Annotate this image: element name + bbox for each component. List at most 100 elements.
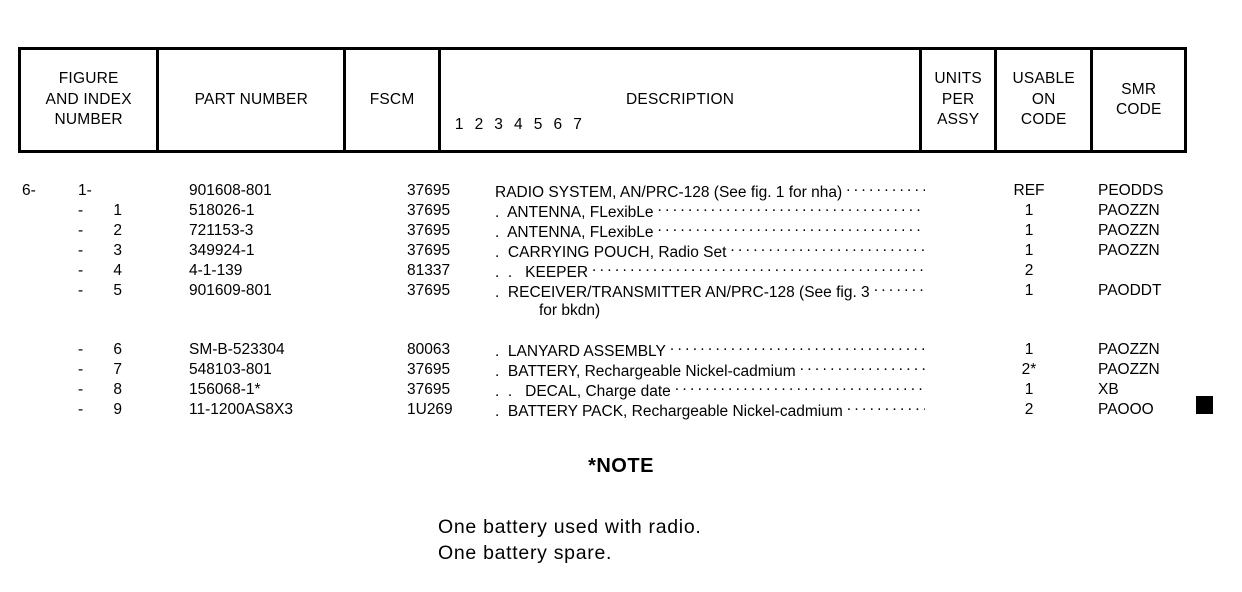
description-text: . BATTERY, Rechargeable Nickel-cadmium: [495, 362, 796, 380]
description-text: . ANTENNA, FLexibLe: [495, 223, 654, 241]
cell-units-per-assy: 1: [1024, 282, 1034, 299]
smr-header-line-1: SMR: [1121, 80, 1157, 98]
parts-list-table-header: FIGURE AND INDEX NUMBER PART NUMBER FSCM…: [18, 47, 1187, 153]
cell-smr-code: PAODDT: [1098, 282, 1162, 299]
cell-description: . RECEIVER/TRANSMITTER AN/PRC-128 (See f…: [495, 281, 925, 303]
table-row: 6- 1- 901608-801 37695 RADIO SYSTEM, AN/PRC-…: [0, 181, 1242, 201]
cell-fscm: 81337: [407, 262, 451, 279]
cell-fscm: 37695: [407, 361, 451, 378]
cell-index-number: 1: [113, 202, 122, 219]
cell-index-dash: -: [78, 381, 84, 398]
cell-smr-code: PAOZZN: [1098, 222, 1160, 239]
description-text: . CARRYING POUCH, Radio Set: [495, 243, 727, 261]
description-text: . BATTERY PACK, Rechargeable Nickel-cadm…: [495, 402, 843, 420]
note-heading: *NOTE: [588, 455, 654, 477]
dot-leader: [592, 261, 925, 277]
dot-leader: [730, 241, 925, 257]
figure-header-line-2: AND INDEX: [45, 90, 132, 108]
table-row: - 9 11-1200AS8X3 1U269 . BATTERY PACK, Recha…: [0, 400, 1242, 420]
note-line: One battery spare.: [438, 542, 613, 564]
cell-units-per-assy: 1: [1024, 242, 1034, 259]
cell-index-dash: -: [78, 242, 84, 259]
column-header-figure-and-index-number: FIGURE AND INDEX NUMBER: [21, 50, 160, 150]
usable-header-line-2: ON: [1031, 90, 1056, 108]
cell-index-number: 6: [113, 341, 122, 358]
note-block: *NOTE One battery used with radio. One b…: [0, 455, 1242, 566]
cell-description: . ANTENNA, FLexibLe: [495, 221, 925, 243]
column-header-fscm: FSCM: [346, 50, 441, 150]
cell-description: . . KEEPER: [495, 261, 925, 283]
cell-index-dash: -: [78, 401, 84, 418]
smr-header-line-2: CODE: [1115, 101, 1162, 118]
dot-leader: [658, 221, 925, 237]
cell-part-number: 4-1-139: [189, 262, 243, 279]
cell-index-number: 5: [113, 282, 122, 299]
parts-list-rows: 6- 1- 901608-801 37695 RADIO SYSTEM, AN/PRC-…: [0, 181, 1242, 420]
cell-part-number: 11-1200AS8X3: [189, 401, 293, 418]
usable-header-line-3: CODE: [1020, 111, 1067, 129]
cell-index-number: 4: [113, 262, 122, 279]
column-header-smr-code: SMR CODE: [1093, 50, 1184, 150]
cell-smr-code: XB: [1098, 381, 1119, 398]
dot-leader: [670, 340, 925, 356]
cell-part-number: SM-B-523304: [189, 341, 285, 358]
cell-fscm: 37695: [407, 282, 451, 299]
cell-smr-code: PEODDS: [1098, 182, 1164, 199]
cell-smr-code: PAOZZN: [1098, 202, 1160, 219]
cell-index-dash: -: [78, 222, 84, 239]
cell-part-number: 156068-1*: [189, 381, 261, 398]
dot-leader: [800, 360, 925, 376]
cell-figure-number: 6-: [22, 182, 36, 199]
dot-leader: [874, 281, 925, 297]
cell-part-number: 721153-3: [189, 222, 254, 239]
cell-units-per-assy: 2*: [1021, 361, 1037, 378]
cell-index-number: 7: [113, 361, 122, 378]
fscm-header-label: FSCM: [369, 90, 415, 108]
cell-units-per-assy: REF: [1013, 182, 1045, 199]
cell-part-number: 901609-801: [189, 282, 272, 299]
cell-index-number: 3: [113, 242, 122, 259]
cell-index-dash: 1-: [78, 182, 92, 199]
cell-index-number: 2: [113, 222, 122, 239]
column-header-description: DESCRIPTION 1 2 3 4 5 6 7: [441, 50, 923, 150]
description-text: . . DECAL, Charge date: [495, 382, 671, 400]
cell-smr-code: PAOOO: [1098, 401, 1154, 418]
description-text: . ANTENNA, FLexibLe: [495, 203, 654, 221]
cell-index-dash: -: [78, 202, 84, 219]
cell-units-per-assy: 1: [1024, 202, 1034, 219]
description-text: . LANYARD ASSEMBLY: [495, 342, 666, 360]
units-header-line-3: ASSY: [937, 111, 980, 129]
table-row: - 5 901609-801 37695 . RECEIVER/TRANSMITTER …: [0, 281, 1242, 301]
cell-units-per-assy: 2: [1024, 262, 1034, 279]
table-row: - 8 156068-1* 37695 . . DECAL, Charge date 1 X…: [0, 380, 1242, 400]
cell-index-dash: -: [78, 361, 84, 378]
description-header-label: DESCRIPTION: [626, 91, 735, 108]
cell-fscm: 37695: [407, 242, 451, 259]
units-header-line-2: PER: [941, 90, 975, 108]
table-row: - 1 518026-1 37695 . ANTENNA, FLexibLe 1 PAOZZ…: [0, 201, 1242, 221]
cell-part-number: 901608-801: [189, 182, 272, 199]
cell-fscm: 80063: [407, 341, 451, 358]
cell-part-number: 349924-1: [189, 242, 255, 259]
cell-index-dash: -: [78, 262, 84, 279]
cell-description: RADIO SYSTEM, AN/PRC-128 (See fig. 1 for…: [495, 181, 925, 203]
table-row: - 4 4-1-139 81337 . . KEEPER 2: [0, 261, 1242, 281]
cell-units-per-assy: 1: [1024, 341, 1034, 358]
figure-header-line-3: NUMBER: [54, 111, 123, 129]
table-row: - 7 548103-801 37695 . BATTERY, Rechargeable…: [0, 360, 1242, 380]
table-row: - 3 349924-1 37695 . CARRYING POUCH, Radio S…: [0, 241, 1242, 261]
cell-units-per-assy: 1: [1024, 222, 1034, 239]
usable-header-line-1: USABLE: [1012, 70, 1075, 88]
cell-description: . ANTENNA, FLexibLe: [495, 201, 925, 223]
column-header-part-number: PART NUMBER: [159, 50, 347, 150]
cell-index-number: 8: [113, 381, 122, 398]
cell-description: . BATTERY PACK, Rechargeable Nickel-cadm…: [495, 400, 925, 422]
cell-fscm: 37695: [407, 182, 451, 199]
part-number-header-label: PART NUMBER: [194, 90, 308, 108]
description-indent-level-numbers: 1 2 3 4 5 6 7: [454, 116, 586, 133]
description-continuation-text: for bkdn): [539, 302, 601, 319]
table-row: - 2 721153-3 37695 . ANTENNA, FLexibLe 1 PAOZZ…: [0, 221, 1242, 241]
description-text: RADIO SYSTEM, AN/PRC-128 (See fig. 1 for…: [495, 183, 843, 201]
cell-index-dash: -: [78, 341, 84, 358]
note-line: One battery used with radio.: [438, 516, 702, 538]
